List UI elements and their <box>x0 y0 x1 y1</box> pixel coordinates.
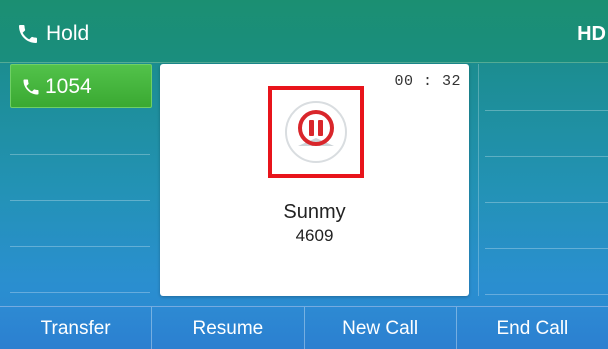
line-key-3[interactable] <box>10 156 150 201</box>
softkey-bar: Transfer Resume New Call End Call <box>0 306 608 349</box>
pause-circle-icon <box>285 101 347 163</box>
new-call-softkey[interactable]: New Call <box>305 307 457 349</box>
right-key-2[interactable] <box>485 110 608 157</box>
phone-screen: Hold HD 1054 00 : 32 Sunmy 4609 Transfer… <box>0 0 608 349</box>
transfer-softkey[interactable]: Transfer <box>0 307 153 349</box>
line-key-1054[interactable]: 1054 <box>10 64 152 108</box>
status-bar: Hold HD <box>0 0 608 63</box>
call-timer: 00 : 32 <box>394 73 461 90</box>
call-status-label: Hold <box>46 22 90 45</box>
right-key-5[interactable] <box>485 248 608 295</box>
right-line-keys <box>478 64 608 296</box>
hold-icon-highlight <box>268 86 364 178</box>
line-key-label: 1054 <box>45 75 92 98</box>
resume-softkey[interactable]: Resume <box>152 307 305 349</box>
right-key-1[interactable] <box>485 64 608 111</box>
right-key-4[interactable] <box>485 202 608 249</box>
end-call-softkey[interactable]: End Call <box>457 307 608 349</box>
caller-name: Sunmy <box>283 201 346 223</box>
active-call-card: 00 : 32 Sunmy 4609 <box>160 64 469 296</box>
phone-handset-icon <box>19 25 37 43</box>
phone-handset-icon <box>23 79 39 95</box>
line-key-2[interactable] <box>10 110 150 155</box>
caller-number: 4609 <box>295 226 334 245</box>
hd-audio-badge: HD <box>577 23 606 45</box>
line-key-4[interactable] <box>10 202 150 247</box>
line-keys: 1054 <box>10 64 152 296</box>
line-key-5[interactable] <box>10 248 150 293</box>
right-key-3[interactable] <box>485 156 608 203</box>
